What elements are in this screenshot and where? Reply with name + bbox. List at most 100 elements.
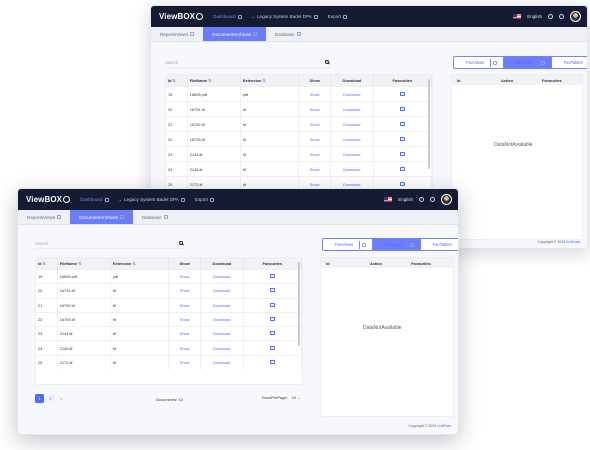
download-link[interactable]: Download <box>330 116 374 132</box>
fav-col-id[interactable]: Id <box>321 261 356 266</box>
bell-icon[interactable] <box>548 14 553 19</box>
download-link[interactable]: Download <box>200 311 244 327</box>
add-favourite-icon[interactable] <box>399 136 405 141</box>
col-id[interactable]: Id ⇅ <box>166 75 188 87</box>
docs-per-page: DocsPerPage: 10 ⌄ <box>262 395 301 400</box>
download-link[interactable]: Download <box>200 297 244 313</box>
cell-id: 20 <box>166 101 188 117</box>
col-extension[interactable]: Extension ⇅ <box>240 75 300 87</box>
sort-icon[interactable]: ⇅ <box>171 78 176 83</box>
download-link[interactable]: Download <box>200 283 244 299</box>
download-link[interactable]: Download <box>330 86 374 102</box>
show-link[interactable]: Show <box>298 131 332 147</box>
nav-dashboard[interactable]: Dashboard <box>80 197 109 202</box>
show-link[interactable]: Show <box>298 101 332 117</box>
page-2-button[interactable]: 2 <box>46 394 55 403</box>
avatar[interactable] <box>441 194 452 205</box>
add-favourite-icon[interactable] <box>269 288 275 293</box>
add-favourite-icon[interactable] <box>269 274 275 279</box>
avatar[interactable] <box>570 11 581 22</box>
download-link[interactable]: Download <box>330 131 374 147</box>
tab-reports-views[interactable]: ReportsViews <box>151 27 203 41</box>
favorites-segment: FavViews FavDocs FavTables <box>453 56 587 69</box>
nav-export[interactable]: Export <box>328 14 348 19</box>
add-favourite-icon[interactable] <box>269 331 275 336</box>
search-input[interactable]: Search <box>165 58 331 68</box>
seg-fav-views[interactable]: FavViews <box>323 239 373 250</box>
download-link[interactable]: Download <box>330 161 374 177</box>
add-favourite-icon[interactable] <box>399 121 405 126</box>
col-filename[interactable]: FileName ⇅ <box>187 75 241 87</box>
add-favourite-icon[interactable] <box>399 166 405 171</box>
download-link[interactable]: Download <box>200 326 244 341</box>
cell-id: 22 <box>166 131 188 147</box>
seg-fav-docs[interactable]: FavDocs <box>503 57 552 68</box>
add-favourite-icon[interactable] <box>399 91 405 96</box>
sort-icon[interactable]: ⇅ <box>131 261 136 266</box>
seg-fav-tables[interactable]: FavTables <box>421 239 458 250</box>
show-link[interactable]: Show <box>298 161 332 177</box>
show-link[interactable]: Show <box>168 326 202 341</box>
show-link[interactable]: Show <box>298 146 332 162</box>
col-filename[interactable]: FileName ⇅ <box>57 258 111 270</box>
fav-col-id[interactable]: Id <box>452 78 487 83</box>
docs-per-page-select[interactable]: 10 ⌄ <box>292 395 301 400</box>
nav-system-select[interactable]: ⌄ Legacy System Badel DPA <box>252 14 318 19</box>
tab-document-archives[interactable]: DocumentArchives <box>203 27 266 41</box>
tab-database[interactable]: Database <box>266 27 310 41</box>
show-link[interactable]: Show <box>168 297 202 313</box>
add-favourite-icon[interactable] <box>269 317 275 322</box>
seg-fav-views[interactable]: FavViews <box>454 57 504 68</box>
add-favourite-icon[interactable] <box>269 302 275 307</box>
next-page-button[interactable]: » <box>57 394 66 403</box>
add-favourite-icon[interactable] <box>399 181 405 186</box>
sort-icon[interactable]: ⇅ <box>261 78 266 83</box>
download-link[interactable]: Download <box>200 340 244 356</box>
show-link[interactable]: Show <box>168 340 202 356</box>
show-link[interactable]: Show <box>168 283 202 299</box>
top-bar: ViewBOX Dashboard ⌄ Legacy System Badel D… <box>18 189 458 210</box>
sort-icon[interactable]: ⇅ <box>207 78 211 83</box>
download-link[interactable]: Download <box>200 268 244 284</box>
nav-dashboard[interactable]: Dashboard <box>213 14 242 19</box>
scrollbar[interactable] <box>428 79 430 169</box>
page-1-button[interactable]: 1 <box>35 394 44 403</box>
gear-icon[interactable] <box>559 14 564 19</box>
search-icon[interactable] <box>179 241 183 245</box>
bell-icon[interactable] <box>419 197 424 202</box>
search-input[interactable]: Search <box>35 239 185 249</box>
sort-icon[interactable]: ⇅ <box>77 261 81 266</box>
download-link[interactable]: Download <box>200 354 244 370</box>
language-select[interactable]: English <box>398 197 413 202</box>
show-link[interactable]: Show <box>168 311 202 327</box>
add-favourite-icon[interactable] <box>269 345 275 350</box>
seg-fav-docs[interactable]: FavDocs <box>372 239 421 250</box>
download-link[interactable]: Download <box>330 146 374 162</box>
nav-export[interactable]: Export <box>195 197 215 202</box>
nav-system-select[interactable]: ⌄ Legacy System Badel DPA <box>119 197 185 202</box>
search-icon[interactable] <box>325 60 329 64</box>
seg-fav-tables[interactable]: FavTables <box>552 57 587 68</box>
tab-database[interactable]: Database <box>133 210 177 224</box>
scrollbar[interactable] <box>298 262 300 346</box>
gear-icon[interactable] <box>430 197 435 202</box>
favourite-cell <box>243 340 303 356</box>
tab-reports-views[interactable]: ReportsViews <box>18 210 70 224</box>
add-favourite-icon[interactable] <box>399 106 405 111</box>
show-link[interactable]: Show <box>168 268 202 284</box>
favourite-cell <box>243 283 303 299</box>
tab-document-archives[interactable]: DocumentArchives <box>70 210 133 224</box>
add-favourite-icon[interactable] <box>269 360 275 365</box>
language-select[interactable]: English <box>527 14 542 19</box>
show-link[interactable]: Show <box>298 86 332 102</box>
show-link[interactable]: Show <box>298 116 332 132</box>
download-link[interactable]: Download <box>330 101 374 117</box>
col-extension[interactable]: Extension ⇅ <box>110 258 170 270</box>
add-favourite-icon[interactable] <box>399 151 405 156</box>
cell-extension: tif <box>240 116 300 132</box>
reports-icon <box>190 32 195 36</box>
cell-id: 19 <box>36 268 58 284</box>
show-link[interactable]: Show <box>168 354 202 370</box>
col-id[interactable]: Id ⇅ <box>36 258 58 270</box>
sort-icon[interactable]: ⇅ <box>41 261 46 266</box>
